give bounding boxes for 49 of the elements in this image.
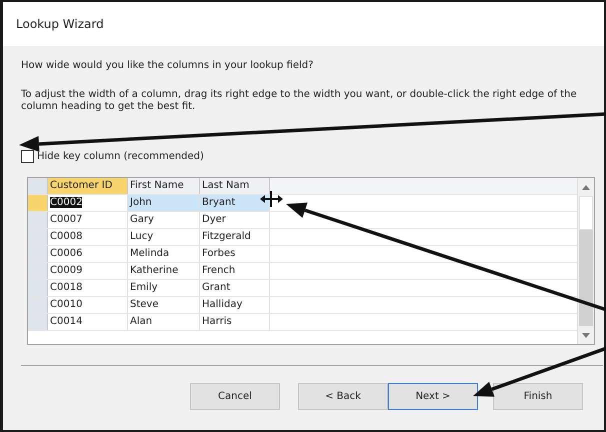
row-selector[interactable]	[28, 229, 48, 245]
table-cell: C0007	[48, 212, 128, 228]
table-cell: Alan	[128, 314, 200, 330]
table-cell: Fitzgerald	[200, 229, 270, 245]
table-cell: C0009	[48, 263, 128, 279]
table-cell: C0006	[48, 246, 128, 262]
scroll-thumb[interactable]	[579, 196, 593, 230]
row-selector[interactable]	[28, 195, 48, 211]
scrollbar[interactable]	[577, 178, 594, 344]
table-cell: Emily	[128, 280, 200, 296]
table-cell: Forbes	[200, 246, 270, 262]
table-cell: John	[128, 195, 200, 211]
instructions-text: To adjust the width of a column, drag its right edge to the width you want, or double-click the right edge of the column heading to get the best fit.	[21, 89, 578, 113]
wizard-button[interactable]: Cancel	[190, 383, 280, 410]
column-header[interactable]: First Name	[128, 178, 200, 194]
row-selector[interactable]	[28, 297, 48, 313]
table-cell: Halliday	[200, 297, 270, 313]
row-selector[interactable]	[28, 246, 48, 262]
table-cell: C0008	[48, 229, 128, 245]
resize-cursor-icon	[260, 191, 283, 207]
table-cell: C0002	[48, 195, 128, 211]
table-cell: C0010	[48, 297, 128, 313]
scroll-down-icon[interactable]	[582, 332, 590, 338]
table-cell: Steve	[128, 297, 200, 313]
table-cell: C0018	[48, 280, 128, 296]
column-header[interactable]: Customer ID	[48, 178, 128, 194]
wizard-button[interactable]: Finish	[493, 383, 583, 410]
table-cell: C0014	[48, 314, 128, 330]
row-selector[interactable]	[28, 212, 48, 228]
checkbox-label[interactable]: Hide key column (recommended)	[37, 151, 204, 162]
table-cell: French	[200, 263, 270, 279]
table-cell: Gary	[128, 212, 200, 228]
table-cell: Katherine	[128, 263, 200, 279]
scroll-up-icon[interactable]	[582, 184, 590, 190]
table-cell: Harris	[200, 314, 270, 330]
table-cell: Melinda	[128, 246, 200, 262]
row-selector[interactable]	[28, 263, 48, 279]
column-header[interactable]: Last Nam	[200, 178, 270, 194]
wizard-button[interactable]: Next >	[388, 383, 478, 410]
row-selector[interactable]	[28, 280, 48, 296]
row-selector[interactable]	[28, 314, 48, 330]
wizard-button[interactable]: < Back	[298, 383, 388, 410]
table-cell: Dyer	[200, 212, 270, 228]
window-title: Lookup Wizard	[16, 17, 104, 31]
question-text: How wide would you like the columns in your lookup field?	[21, 60, 314, 72]
table-cell: Lucy	[128, 229, 200, 245]
table-cell: Grant	[200, 280, 270, 296]
table-cell: Bryant	[200, 195, 270, 211]
checkbox[interactable]	[21, 150, 34, 163]
